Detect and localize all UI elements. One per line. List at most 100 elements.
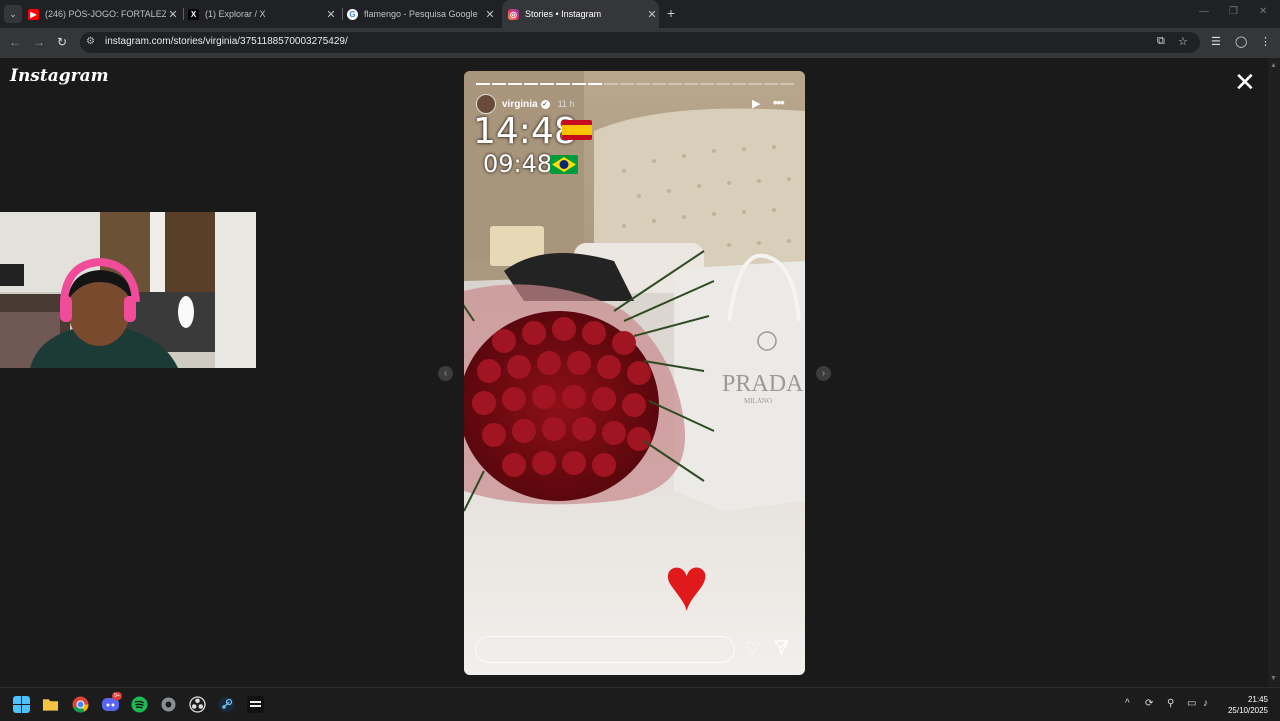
google-icon: G: [347, 8, 358, 20]
like-heart-icon[interactable]: ♡: [745, 639, 760, 659]
webcam-image: [0, 212, 256, 368]
tab-separator: [183, 8, 184, 20]
profile-icon[interactable]: ◯: [1235, 35, 1247, 48]
story-card[interactable]: PRADA MILANO virginia ✓ 11 h ▶ ••• 14:48…: [464, 71, 805, 675]
story-age: 11 h: [557, 99, 575, 109]
url-text: instagram.com/stories/virginia/375118857…: [105, 36, 348, 47]
close-tab-icon[interactable]: ✕: [166, 8, 180, 21]
time-brazil-text: 09:48: [483, 150, 553, 178]
tab-title: Stories • Instagram: [525, 9, 602, 19]
play-icon[interactable]: ▶: [752, 97, 760, 110]
tab-bar: ⌄ ▶ (246) PÓS-JOGO: FORTALEZA 2 ✕ X (1) …: [0, 0, 1280, 28]
clock-date: 25/10/2025: [1227, 706, 1268, 715]
heart-sticker-icon: ♥: [664, 542, 710, 627]
site-info-icon[interactable]: ⚙: [86, 36, 95, 47]
instagram-logo[interactable]: Instagram: [10, 66, 109, 86]
story-progress-bar: [476, 83, 794, 85]
media-control-icon[interactable]: ☰: [1211, 35, 1221, 48]
story-progress-segment: [668, 83, 682, 85]
window-close-icon[interactable]: ✕: [1259, 6, 1267, 17]
story-progress-segment: [748, 83, 762, 85]
chrome-icon[interactable]: [72, 696, 89, 713]
tab-search-button[interactable]: ⌄: [4, 5, 22, 23]
story-progress-segment: [684, 83, 698, 85]
story-progress-segment: [492, 83, 506, 85]
reply-field[interactable]: [475, 636, 735, 663]
taskbar: 9+ ^ ⟳ ⚲ ▭ ♪ 21:45 25/10/2025: [0, 687, 1280, 721]
windows-start-icon[interactable]: [13, 696, 30, 713]
brazil-flag-icon: [550, 155, 578, 174]
browser-toolbar: ← → ↻ ⚙ instagram.com/stories/virginia/3…: [0, 28, 1280, 58]
story-progress-segment: [588, 83, 602, 85]
story-progress-segment: [572, 83, 586, 85]
reload-icon[interactable]: ↻: [57, 35, 67, 49]
menu-icon[interactable]: ⋮: [1260, 35, 1271, 48]
tab-instagram[interactable]: ◎ Stories • Instagram ✕: [502, 0, 659, 28]
close-tab-icon[interactable]: ✕: [645, 8, 659, 21]
reply-input[interactable]: [489, 645, 723, 657]
next-story-icon[interactable]: ›: [816, 366, 831, 381]
call-of-duty-icon[interactable]: [247, 696, 264, 713]
story-progress-segment: [524, 83, 538, 85]
scrollbar[interactable]: ▲ ▼: [1268, 58, 1280, 687]
settings-icon[interactable]: [160, 696, 177, 713]
tab-title: (1) Explorar / X: [205, 9, 266, 19]
more-options-icon[interactable]: •••: [773, 95, 785, 110]
svg-text:PRADA: PRADA: [722, 371, 804, 397]
microphone-icon[interactable]: ⚲: [1167, 698, 1174, 709]
story-progress-segment: [716, 83, 730, 85]
discord-badge: 9+: [112, 692, 122, 700]
scroll-down-icon[interactable]: ▼: [1270, 675, 1277, 682]
network-icon[interactable]: ▭: [1187, 698, 1196, 709]
new-tab-icon[interactable]: +: [663, 5, 679, 21]
story-progress-segment: [604, 83, 618, 85]
close-tab-icon[interactable]: ✕: [324, 8, 338, 21]
story-username[interactable]: virginia: [502, 99, 538, 110]
bookmark-star-icon[interactable]: ☆: [1178, 35, 1188, 48]
steam-icon[interactable]: [218, 696, 235, 713]
story-progress-segment: [540, 83, 554, 85]
close-story-icon[interactable]: ✕: [1234, 68, 1256, 96]
restore-icon[interactable]: ❐: [1229, 6, 1238, 17]
taskbar-clock[interactable]: 21:45 25/10/2025: [1222, 694, 1268, 716]
obs-icon[interactable]: [189, 696, 206, 713]
verified-badge-icon: ✓: [540, 99, 550, 109]
spotify-icon[interactable]: [131, 696, 148, 713]
youtube-icon: ▶: [28, 8, 39, 20]
webcam-overlay: [0, 212, 256, 368]
tab-x[interactable]: X (1) Explorar / X ✕: [188, 0, 338, 28]
tab-youtube[interactable]: ▶ (246) PÓS-JOGO: FORTALEZA 2 ✕: [28, 0, 180, 28]
forward-icon[interactable]: →: [33, 35, 45, 49]
x-icon: X: [188, 8, 199, 20]
show-hidden-icons-chevron-icon[interactable]: ^: [1125, 698, 1130, 709]
story-progress-segment: [732, 83, 746, 85]
instagram-icon: ◎: [508, 8, 519, 20]
story-progress-segment: [764, 83, 778, 85]
story-progress-segment: [556, 83, 570, 85]
volume-icon[interactable]: ♪: [1203, 698, 1208, 709]
install-app-icon[interactable]: ⧉: [1157, 35, 1165, 48]
close-tab-icon[interactable]: ✕: [483, 8, 497, 21]
minimize-icon[interactable]: —: [1199, 6, 1209, 17]
story-progress-segment: [476, 83, 490, 85]
story-progress-segment: [636, 83, 650, 85]
address-bar[interactable]: ⚙ instagram.com/stories/virginia/3751188…: [80, 32, 1200, 53]
svg-text:MILANO: MILANO: [744, 397, 772, 405]
story-progress-segment: [508, 83, 522, 85]
tab-separator: [342, 8, 343, 20]
scroll-up-icon[interactable]: ▲: [1270, 62, 1277, 69]
file-explorer-icon[interactable]: [42, 696, 59, 713]
back-icon[interactable]: ←: [9, 35, 21, 49]
send-icon[interactable]: [773, 639, 790, 656]
story-progress-segment: [780, 83, 794, 85]
story-progress-segment: [620, 83, 634, 85]
tab-title: flamengo - Pesquisa Google: [364, 9, 478, 19]
previous-story-icon[interactable]: ‹: [438, 366, 453, 381]
story-progress-segment: [652, 83, 666, 85]
sync-icon[interactable]: ⟳: [1145, 698, 1153, 709]
tab-title: (246) PÓS-JOGO: FORTALEZA 2: [45, 9, 166, 19]
tab-google[interactable]: G flamengo - Pesquisa Google ✕: [347, 0, 497, 28]
story-progress-segment: [700, 83, 714, 85]
spain-flag-icon: [562, 120, 592, 140]
clock-time: 21:45: [1247, 695, 1268, 704]
